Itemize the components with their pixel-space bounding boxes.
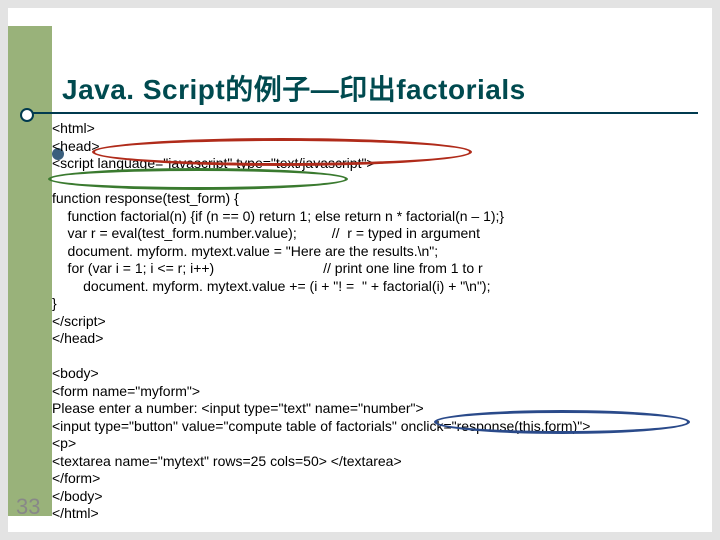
code-line: for (var i = 1; i <= r; i++) // print on… bbox=[52, 260, 483, 276]
code-line: <head> bbox=[52, 138, 100, 154]
code-line: <textarea name="mytext" rows=25 cols=50>… bbox=[52, 453, 402, 469]
page-number: 33 bbox=[16, 494, 40, 520]
title-underline bbox=[22, 112, 698, 114]
code-block: <html> <head> <script language="javascri… bbox=[52, 120, 590, 523]
code-line: } bbox=[52, 295, 57, 311]
code-line: var r = eval(test_form.number.value); //… bbox=[52, 225, 480, 241]
code-line: document. myform. mytext.value += (i + "… bbox=[52, 278, 490, 294]
code-line: <body> bbox=[52, 365, 99, 381]
side-accent-bar bbox=[8, 26, 52, 516]
code-line: </head> bbox=[52, 330, 103, 346]
code-line: </script> bbox=[52, 313, 106, 329]
code-line: Please enter a number: <input type="text… bbox=[52, 400, 424, 416]
code-line: <input type="button" value="compute tabl… bbox=[52, 418, 590, 434]
slide-title: Java. Script的例子—印出factorials bbox=[62, 68, 526, 108]
code-line: <html> bbox=[52, 120, 95, 136]
code-line: </body> bbox=[52, 488, 103, 504]
code-line: <p> bbox=[52, 435, 76, 451]
code-line: function factorial(n) {if (n == 0) retur… bbox=[52, 208, 504, 224]
code-line: <form name="myform"> bbox=[52, 383, 200, 399]
code-line: document. myform. mytext.value = "Here a… bbox=[52, 243, 438, 259]
slide: Java. Script的例子—印出factorials <html> <hea… bbox=[8, 8, 712, 532]
code-line: </form> bbox=[52, 470, 100, 486]
code-line: function response(test_form) { bbox=[52, 190, 239, 206]
code-line: </html> bbox=[52, 505, 99, 521]
code-line: <script language="javascript" type="text… bbox=[52, 155, 375, 171]
